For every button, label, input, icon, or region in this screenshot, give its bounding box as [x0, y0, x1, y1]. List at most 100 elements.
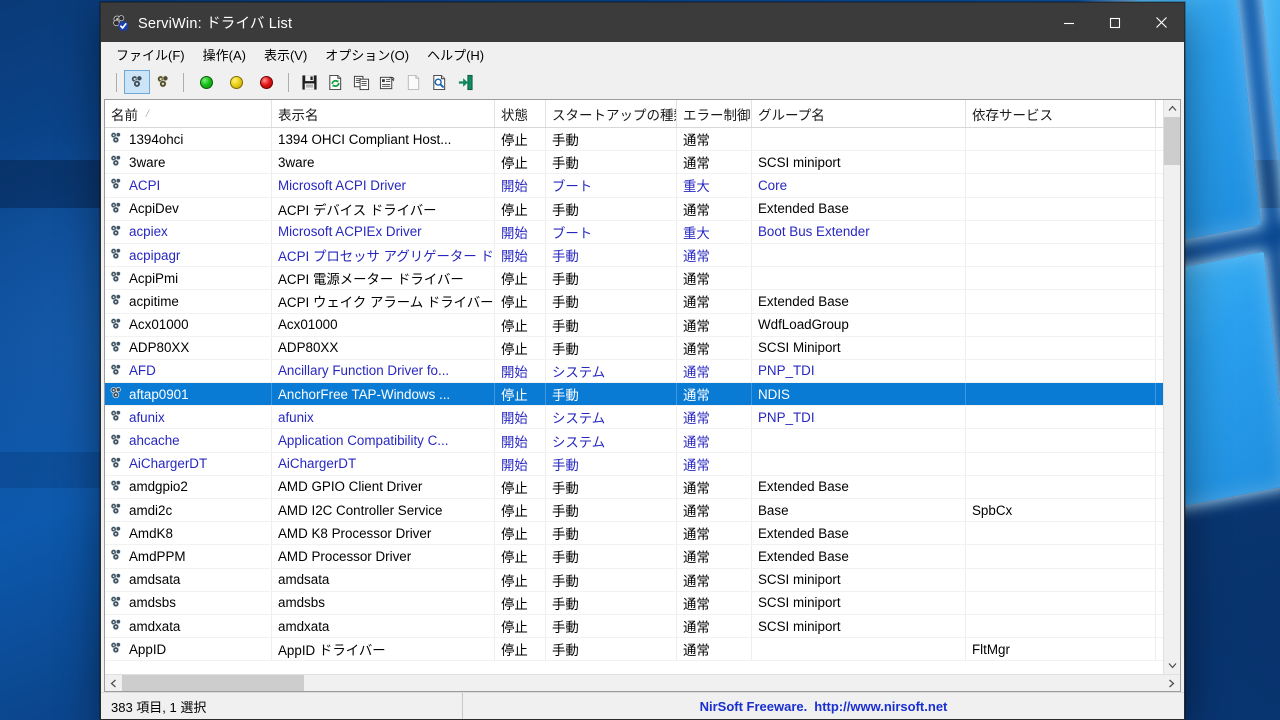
- table-row[interactable]: AcpiPmi ACPI 電源メーター ドライバー 停止 手動 通常: [105, 267, 1163, 291]
- cell-group-name: Boot Bus Extender: [752, 220, 966, 243]
- menu-view[interactable]: 表示(V): [255, 42, 316, 68]
- cell-error-control: 通常: [677, 243, 752, 267]
- serviwin-window: ServiWin: ドライバ List ファイル(F) 操作(A) 表示(V) …: [100, 2, 1185, 720]
- table-row[interactable]: AmdPPM AMD Processor Driver 停止 手動 通常 Extended…: [105, 545, 1163, 569]
- table-row[interactable]: 3ware 3ware 停止 手動 通常 SCSI miniport: [105, 151, 1163, 175]
- driver-name-label: 3ware: [129, 154, 166, 170]
- maximize-button[interactable]: [1092, 3, 1138, 42]
- minimize-button[interactable]: [1046, 3, 1092, 42]
- title-bar[interactable]: ServiWin: ドライバ List: [101, 3, 1184, 42]
- copy-button[interactable]: [348, 70, 374, 94]
- menu-help[interactable]: ヘルプ(H): [418, 42, 493, 68]
- menu-action[interactable]: 操作(A): [194, 42, 255, 68]
- cell-dependencies: [966, 313, 1156, 336]
- table-row[interactable]: AppID AppID ドライバー 停止 手動 通常 FltMgr: [105, 638, 1163, 662]
- cell-group-name: SCSI miniport: [752, 151, 966, 174]
- cell-dependencies: [966, 522, 1156, 545]
- driver-name-label: AmdPPM: [129, 548, 186, 564]
- pause-button[interactable]: [221, 70, 251, 94]
- save-button[interactable]: [296, 70, 322, 94]
- blank-page-icon: [407, 74, 419, 90]
- led-green-icon: [199, 75, 213, 89]
- column-error-control-header[interactable]: エラー制御: [677, 100, 752, 127]
- cell-startup-type: 手動: [546, 290, 677, 313]
- close-button[interactable]: [1138, 3, 1184, 42]
- driver-name-label: amdsbs: [129, 595, 176, 611]
- table-row[interactable]: 1394ohci 1394 OHCI Compliant Host... 停止 手動通…: [105, 128, 1163, 152]
- table-row[interactable]: AFD Ancillary Function Driver fo... 開始 システム…: [105, 359, 1163, 384]
- column-startup-type-header[interactable]: スタートアップの種類: [546, 100, 677, 127]
- vertical-scroll-thumb[interactable]: [1163, 117, 1180, 165]
- table-row[interactable]: AmdK8 AMD K8 Processor Driver 停止 手動 通常 Extend…: [105, 522, 1163, 546]
- scroll-left-icon[interactable]: [105, 675, 122, 692]
- cell-startup-type: 手動: [546, 197, 677, 220]
- stop-button[interactable]: [251, 70, 281, 94]
- vertical-scrollbar[interactable]: [1163, 100, 1180, 674]
- scroll-up-icon[interactable]: [1163, 100, 1180, 117]
- floppy-disk-icon: [301, 74, 317, 90]
- horizontal-scroll-thumb[interactable]: [122, 674, 304, 691]
- driver-gear-icon: [109, 548, 125, 564]
- cell-group-name: [752, 267, 966, 290]
- table-row[interactable]: acpitime ACPI ウェイク アラーム ドライバー 停止 手動 通常 Extend…: [105, 290, 1163, 314]
- table-row[interactable]: amdsata amdsata 停止 手動 通常 SCSI miniport: [105, 568, 1163, 592]
- start-button[interactable]: [191, 70, 221, 94]
- table-row[interactable]: ahcache Application Compatibility C... 開始シ…: [105, 429, 1163, 453]
- menu-file[interactable]: ファイル(F): [107, 42, 194, 68]
- table-row[interactable]: amdgpio2 AMD GPIO Client Driver 停止 手動 通常 Exte…: [105, 475, 1163, 499]
- table-row[interactable]: amdi2c AMD I2C Controller Service 停止 手動 通常 Ba…: [105, 499, 1163, 523]
- table-row[interactable]: ACPI Microsoft ACPI Driver 開始 ブート 重大 Core: [105, 174, 1163, 198]
- cell-display-name: ADP80XX: [272, 336, 495, 359]
- new-report-button[interactable]: [400, 70, 426, 94]
- horizontal-scroll-track[interactable]: [122, 674, 1163, 691]
- menu-options[interactable]: オプション(O): [316, 42, 418, 68]
- drivers-view-button[interactable]: [124, 70, 150, 94]
- table-row[interactable]: ADP80XX ADP80XX 停止 手動 通常 SCSI Miniport: [105, 336, 1163, 360]
- table-row[interactable]: amdxata amdxata 停止 手動 通常 SCSI miniport: [105, 614, 1163, 639]
- find-button[interactable]: [426, 70, 452, 94]
- column-dependencies-header[interactable]: 依存サービス: [966, 100, 1156, 127]
- cell-error-control: 通常: [677, 336, 752, 359]
- cell-name: acpiex: [105, 220, 272, 243]
- table-row[interactable]: AcpiDev ACPI デバイス ドライバー 停止 手動 通常 Extended Bas…: [105, 197, 1163, 221]
- table-row[interactable]: acpipagr ACPI プロセッサ アグリゲーター ド... 開始 手動 通常: [105, 243, 1163, 268]
- column-display-name-header[interactable]: 表示名: [272, 100, 495, 127]
- status-brand[interactable]: NirSoft Freeware. http://www.nirsoft.net: [463, 693, 1184, 719]
- cell-dependencies: [966, 383, 1156, 406]
- table-row[interactable]: aftap0901 AnchorFree TAP-Windows ... 停止 手動通…: [105, 383, 1163, 407]
- driver-name-label: 1394ohci: [129, 131, 184, 147]
- table-row[interactable]: acpiex Microsoft ACPIEx Driver 開始 ブート 重大 Boot…: [105, 220, 1163, 244]
- table-row[interactable]: afunix afunix 開始 システム 通常 PNP_TDI: [105, 406, 1163, 430]
- driver-gear-icon: [109, 131, 125, 147]
- cell-error-control: 通常: [677, 128, 752, 151]
- status-brand-url: http://www.nirsoft.net: [814, 698, 948, 714]
- properties-button[interactable]: [374, 70, 400, 94]
- toolbar-separator-0: [116, 72, 117, 92]
- table-row[interactable]: amdsbs amdsbs 停止 手動 通常 SCSI miniport: [105, 591, 1163, 615]
- cell-error-control: 通常: [677, 591, 752, 614]
- horizontal-scrollbar[interactable]: [105, 674, 1180, 691]
- cell-display-name: Acx01000: [272, 313, 495, 336]
- table-row[interactable]: Acx01000 Acx01000 停止 手動 通常 WdfLoadGroup: [105, 313, 1163, 337]
- column-state-header[interactable]: 状態: [495, 100, 546, 127]
- cell-dependencies: [966, 614, 1156, 638]
- driver-name-label: afunix: [129, 409, 165, 425]
- column-name-header[interactable]: 名前 ⁄: [105, 100, 272, 127]
- scroll-down-icon[interactable]: [1163, 657, 1180, 674]
- refresh-button[interactable]: [322, 70, 348, 94]
- services-view-button[interactable]: [150, 70, 176, 94]
- scroll-right-icon[interactable]: [1163, 675, 1180, 692]
- driver-name-label: ACPI: [129, 177, 161, 193]
- driver-gear-icon: [109, 270, 125, 286]
- vertical-scroll-track[interactable]: [1163, 117, 1180, 657]
- gear-blue-icon: [130, 74, 142, 88]
- toolbar-separator-1: [183, 72, 184, 92]
- column-state-header-label: 状態: [501, 107, 528, 123]
- column-group-name-header[interactable]: グループ名: [752, 100, 966, 127]
- table-row[interactable]: AiChargerDT AiChargerDT 開始 手動 通常: [105, 452, 1163, 476]
- cell-state: 停止: [495, 591, 546, 614]
- cell-display-name: amdxata: [272, 614, 495, 638]
- exit-button[interactable]: [452, 70, 478, 94]
- cell-state: 開始: [495, 243, 546, 267]
- cell-dependencies: [966, 197, 1156, 220]
